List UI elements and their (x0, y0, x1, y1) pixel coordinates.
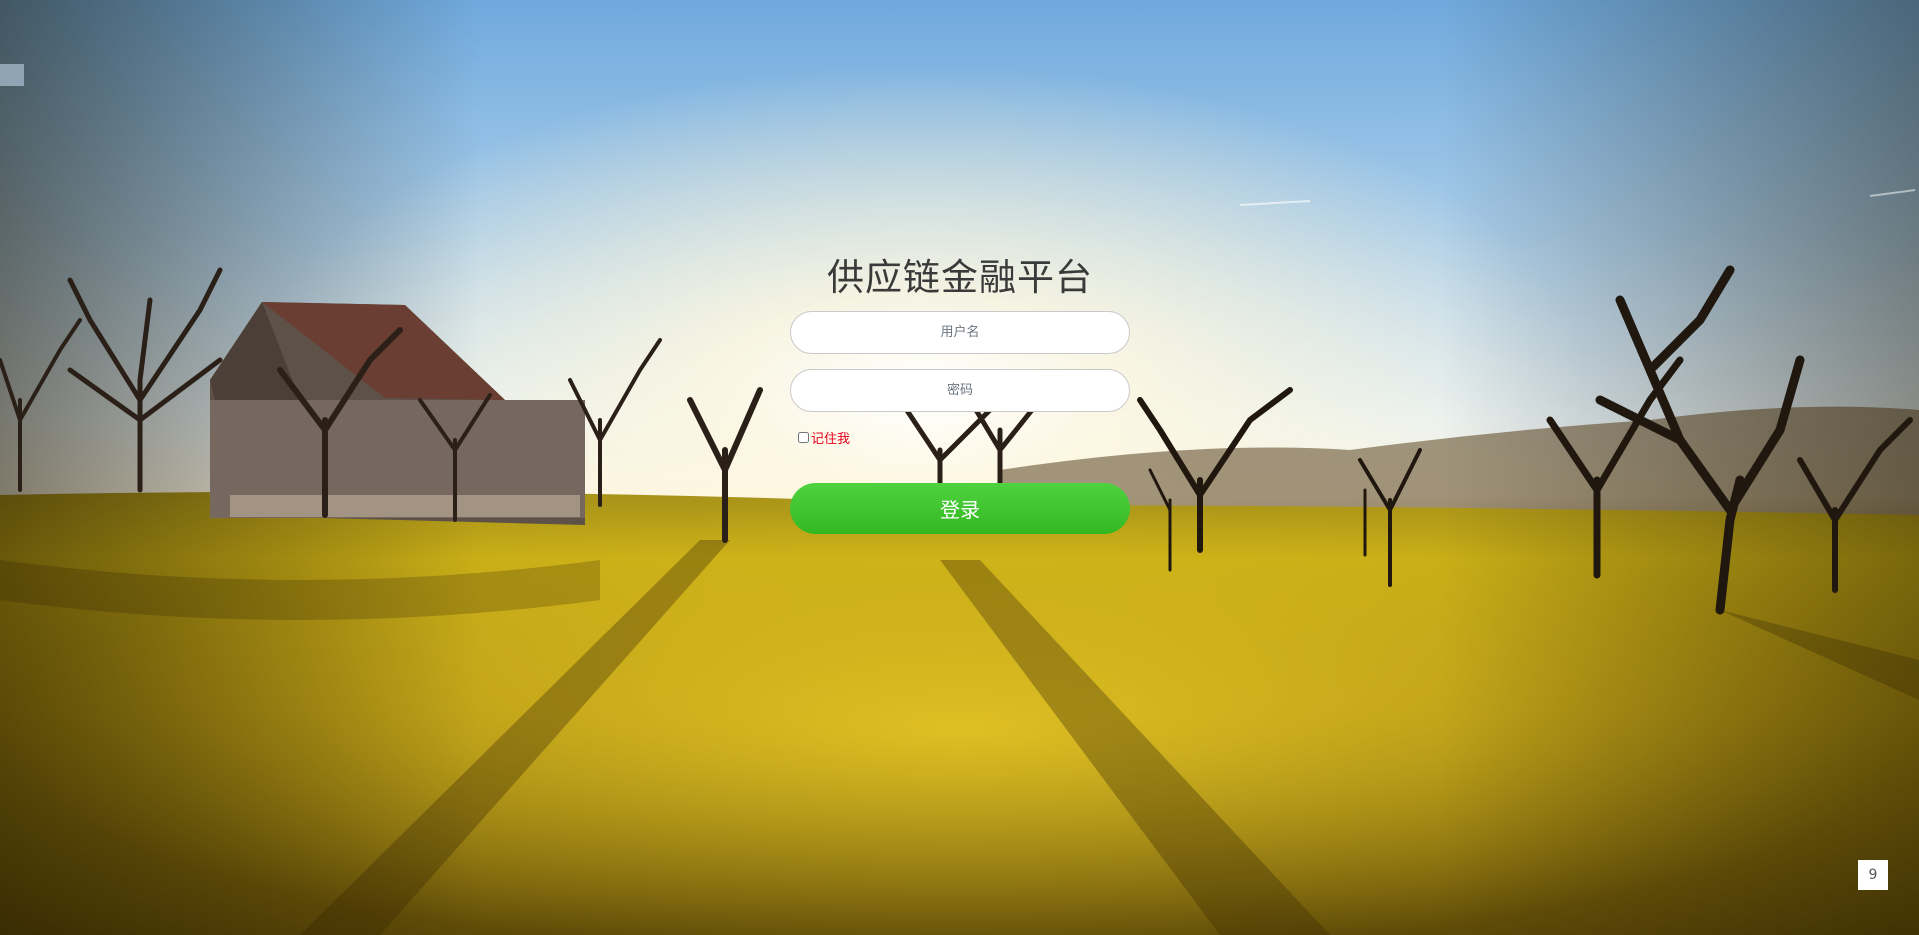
login-button[interactable]: 登录 (790, 483, 1130, 534)
corner-handle (0, 64, 24, 86)
remember-me[interactable]: 记住我 (798, 427, 1130, 447)
page-title: 供应链金融平台 (827, 256, 1093, 299)
remember-me-checkbox[interactable] (798, 431, 809, 443)
login-form: 供应链金融平台 记住我 登录 (790, 250, 1130, 534)
remember-me-label: 记住我 (811, 431, 851, 447)
password-input[interactable] (790, 369, 1130, 412)
username-input[interactable] (790, 311, 1130, 354)
page-indicator: 9 (1858, 860, 1888, 890)
